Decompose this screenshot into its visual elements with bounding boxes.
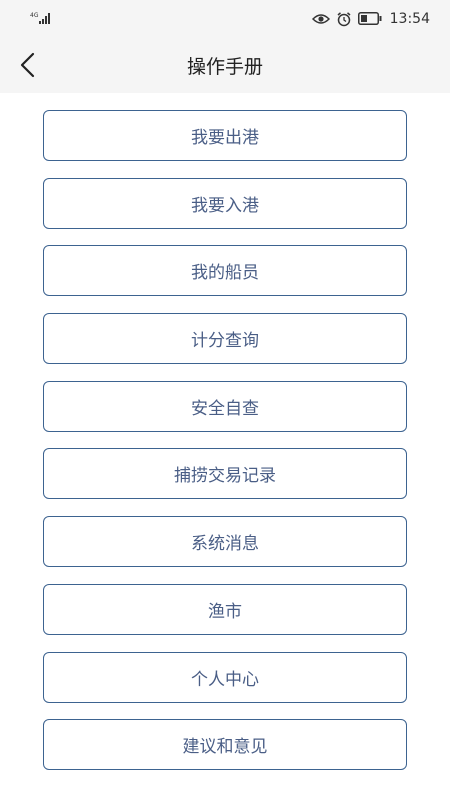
menu-button-catch-trade-records[interactable]: 捕捞交易记录: [43, 448, 407, 500]
eye-icon: [311, 13, 330, 24]
menu-button-score-query[interactable]: 计分查询: [43, 313, 407, 365]
alarm-icon: [337, 11, 351, 26]
menu-list: 我要出港 我要入港 我的船员 计分查询 安全自查 捕捞交易记录 系统消息 渔市 …: [43, 110, 407, 787]
menu-button-personal-center[interactable]: 个人中心: [43, 651, 407, 703]
menu-button-feedback[interactable]: 建议和意见: [43, 719, 407, 771]
menu-button-enter-port[interactable]: 我要入港: [43, 177, 407, 229]
page-title: 操作手册: [186, 55, 263, 78]
battery-icon: [357, 12, 382, 25]
menu-button-fish-market[interactable]: 渔市: [43, 583, 407, 635]
menu-button-depart-port[interactable]: 我要出港: [43, 110, 407, 161]
menu-button-safety-check[interactable]: 安全自查: [43, 380, 407, 432]
back-button[interactable]: [12, 49, 44, 81]
chevron-left-icon: [20, 52, 35, 78]
menu-button-my-crew[interactable]: 我的船员: [43, 245, 407, 297]
status-time: 13:54: [389, 10, 430, 27]
title-bar: 操作手册: [0, 37, 450, 93]
network-type-label: 4G: [30, 12, 39, 19]
status-bar: 4G 13:54: [0, 0, 450, 37]
signal-icon: 4G: [30, 12, 50, 24]
menu-button-system-messages[interactable]: 系统消息: [43, 516, 407, 568]
